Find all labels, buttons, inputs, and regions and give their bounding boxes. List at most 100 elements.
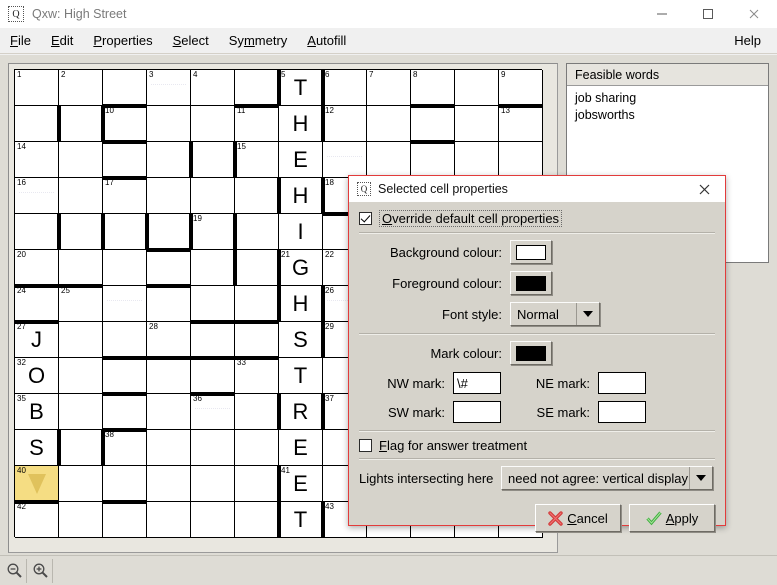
grid-cell[interactable] <box>455 142 499 178</box>
grid-cell[interactable]: 36 <box>191 394 235 430</box>
font-style-select[interactable]: Normal <box>510 302 600 326</box>
grid-bar-horizontal[interactable] <box>103 176 147 180</box>
minimize-icon[interactable] <box>639 0 685 28</box>
grid-cell[interactable] <box>59 466 103 502</box>
grid-cell[interactable]: 13 <box>499 106 543 142</box>
grid-cell[interactable]: H <box>279 178 323 214</box>
grid-bar-vertical[interactable] <box>277 466 281 502</box>
menu-autofill[interactable]: Autofill <box>297 30 356 51</box>
chevron-down-icon[interactable] <box>576 303 598 325</box>
maximize-icon[interactable] <box>685 0 731 28</box>
grid-cell[interactable]: 32 O <box>15 358 59 394</box>
grid-bar-vertical[interactable] <box>233 214 237 250</box>
grid-cell[interactable]: 10 <box>103 106 147 142</box>
grid-cell[interactable] <box>103 358 147 394</box>
zoom-in-icon[interactable] <box>29 558 53 583</box>
grid-bar-horizontal[interactable] <box>191 320 235 324</box>
grid-cell[interactable]: I <box>279 214 323 250</box>
grid-cell[interactable]: 35 B <box>15 394 59 430</box>
grid-cell[interactable]: 4 <box>191 70 235 106</box>
ne-mark-input[interactable] <box>598 372 646 394</box>
grid-cell[interactable]: 42 <box>15 502 59 538</box>
grid-bar-vertical[interactable] <box>321 322 325 358</box>
grid-cell[interactable] <box>103 502 147 538</box>
grid-cell[interactable] <box>103 466 147 502</box>
grid-bar-vertical[interactable] <box>321 70 325 106</box>
grid-cell[interactable] <box>59 430 103 466</box>
grid-cell[interactable]: 12 <box>323 106 367 142</box>
flag-for-answer-treatment-row[interactable]: Flag for answer treatment <box>359 438 715 453</box>
grid-cell[interactable] <box>191 322 235 358</box>
chevron-down-icon[interactable] <box>689 467 711 489</box>
mark-colour-button[interactable] <box>510 341 552 365</box>
grid-bar-vertical[interactable] <box>321 502 325 538</box>
grid-bar-vertical[interactable] <box>277 502 281 538</box>
grid-cell[interactable]: T <box>279 502 323 538</box>
lights-intersecting-select[interactable]: need not agree: vertical display <box>501 466 713 490</box>
grid-bar-horizontal[interactable] <box>235 104 279 108</box>
grid-cell[interactable] <box>59 502 103 538</box>
grid-cell[interactable] <box>455 106 499 142</box>
menu-edit[interactable]: Edit <box>41 30 83 51</box>
grid-cell[interactable] <box>235 394 279 430</box>
grid-cell[interactable] <box>235 430 279 466</box>
grid-cell[interactable]: 25 <box>59 286 103 322</box>
cancel-button[interactable]: Cancel <box>535 504 621 532</box>
grid-cell[interactable]: 19 <box>191 214 235 250</box>
grid-cell[interactable] <box>191 106 235 142</box>
grid-bar-vertical[interactable] <box>321 394 325 430</box>
grid-bar-vertical[interactable] <box>277 394 281 430</box>
grid-cell[interactable]: 8 <box>411 70 455 106</box>
grid-bar-horizontal[interactable] <box>191 356 235 360</box>
grid-cell[interactable]: E <box>279 142 323 178</box>
grid-bar-horizontal[interactable] <box>15 320 59 324</box>
grid-bar-horizontal[interactable] <box>499 104 543 108</box>
zoom-out-icon[interactable] <box>3 558 27 583</box>
grid-cell[interactable]: 20 <box>15 250 59 286</box>
grid-cell[interactable]: 9 <box>499 70 543 106</box>
grid-cell[interactable] <box>59 106 103 142</box>
grid-cell[interactable] <box>191 430 235 466</box>
grid-cell[interactable] <box>59 250 103 286</box>
grid-cell[interactable]: 7 <box>367 70 411 106</box>
grid-bar-vertical[interactable] <box>277 70 281 106</box>
grid-cell[interactable] <box>59 142 103 178</box>
grid-cell[interactable] <box>191 466 235 502</box>
grid-cell[interactable]: 11 <box>235 106 279 142</box>
grid-cell[interactable]: 41 E <box>279 466 323 502</box>
grid-bar-horizontal[interactable] <box>411 104 455 108</box>
grid-cell[interactable] <box>147 502 191 538</box>
grid-cell[interactable] <box>235 214 279 250</box>
grid-cell[interactable]: 24 <box>15 286 59 322</box>
menu-symmetry[interactable]: Symmetry <box>219 30 298 51</box>
grid-bar-vertical[interactable] <box>145 214 149 250</box>
grid-bar-vertical[interactable] <box>277 178 281 214</box>
grid-cell[interactable] <box>235 178 279 214</box>
apply-button[interactable]: Apply <box>629 504 715 532</box>
grid-cell[interactable] <box>147 430 191 466</box>
grid-cell[interactable]: R <box>279 394 323 430</box>
grid-cell[interactable] <box>191 250 235 286</box>
grid-cell[interactable] <box>147 358 191 394</box>
grid-bar-vertical[interactable] <box>57 106 61 142</box>
grid-cell[interactable] <box>147 142 191 178</box>
grid-cell[interactable] <box>191 142 235 178</box>
close-icon[interactable] <box>687 176 721 202</box>
grid-cell[interactable]: T <box>279 358 323 394</box>
grid-bar-vertical[interactable] <box>321 106 325 142</box>
grid-cell[interactable]: H <box>279 286 323 322</box>
grid-bar-vertical[interactable] <box>277 250 281 286</box>
grid-cell[interactable] <box>103 214 147 250</box>
grid-cell[interactable] <box>191 178 235 214</box>
grid-bar-horizontal[interactable] <box>147 284 191 288</box>
grid-cell[interactable] <box>103 394 147 430</box>
grid-bar-horizontal[interactable] <box>235 356 279 360</box>
grid-bar-horizontal[interactable] <box>103 140 147 144</box>
grid-cell[interactable] <box>147 286 191 322</box>
grid-bar-horizontal[interactable] <box>235 320 279 324</box>
grid-cell[interactable] <box>59 322 103 358</box>
grid-cell[interactable]: 5T <box>279 70 323 106</box>
grid-bar-vertical[interactable] <box>233 142 237 178</box>
grid-cell[interactable] <box>323 142 367 178</box>
grid-bar-horizontal[interactable] <box>15 500 59 504</box>
